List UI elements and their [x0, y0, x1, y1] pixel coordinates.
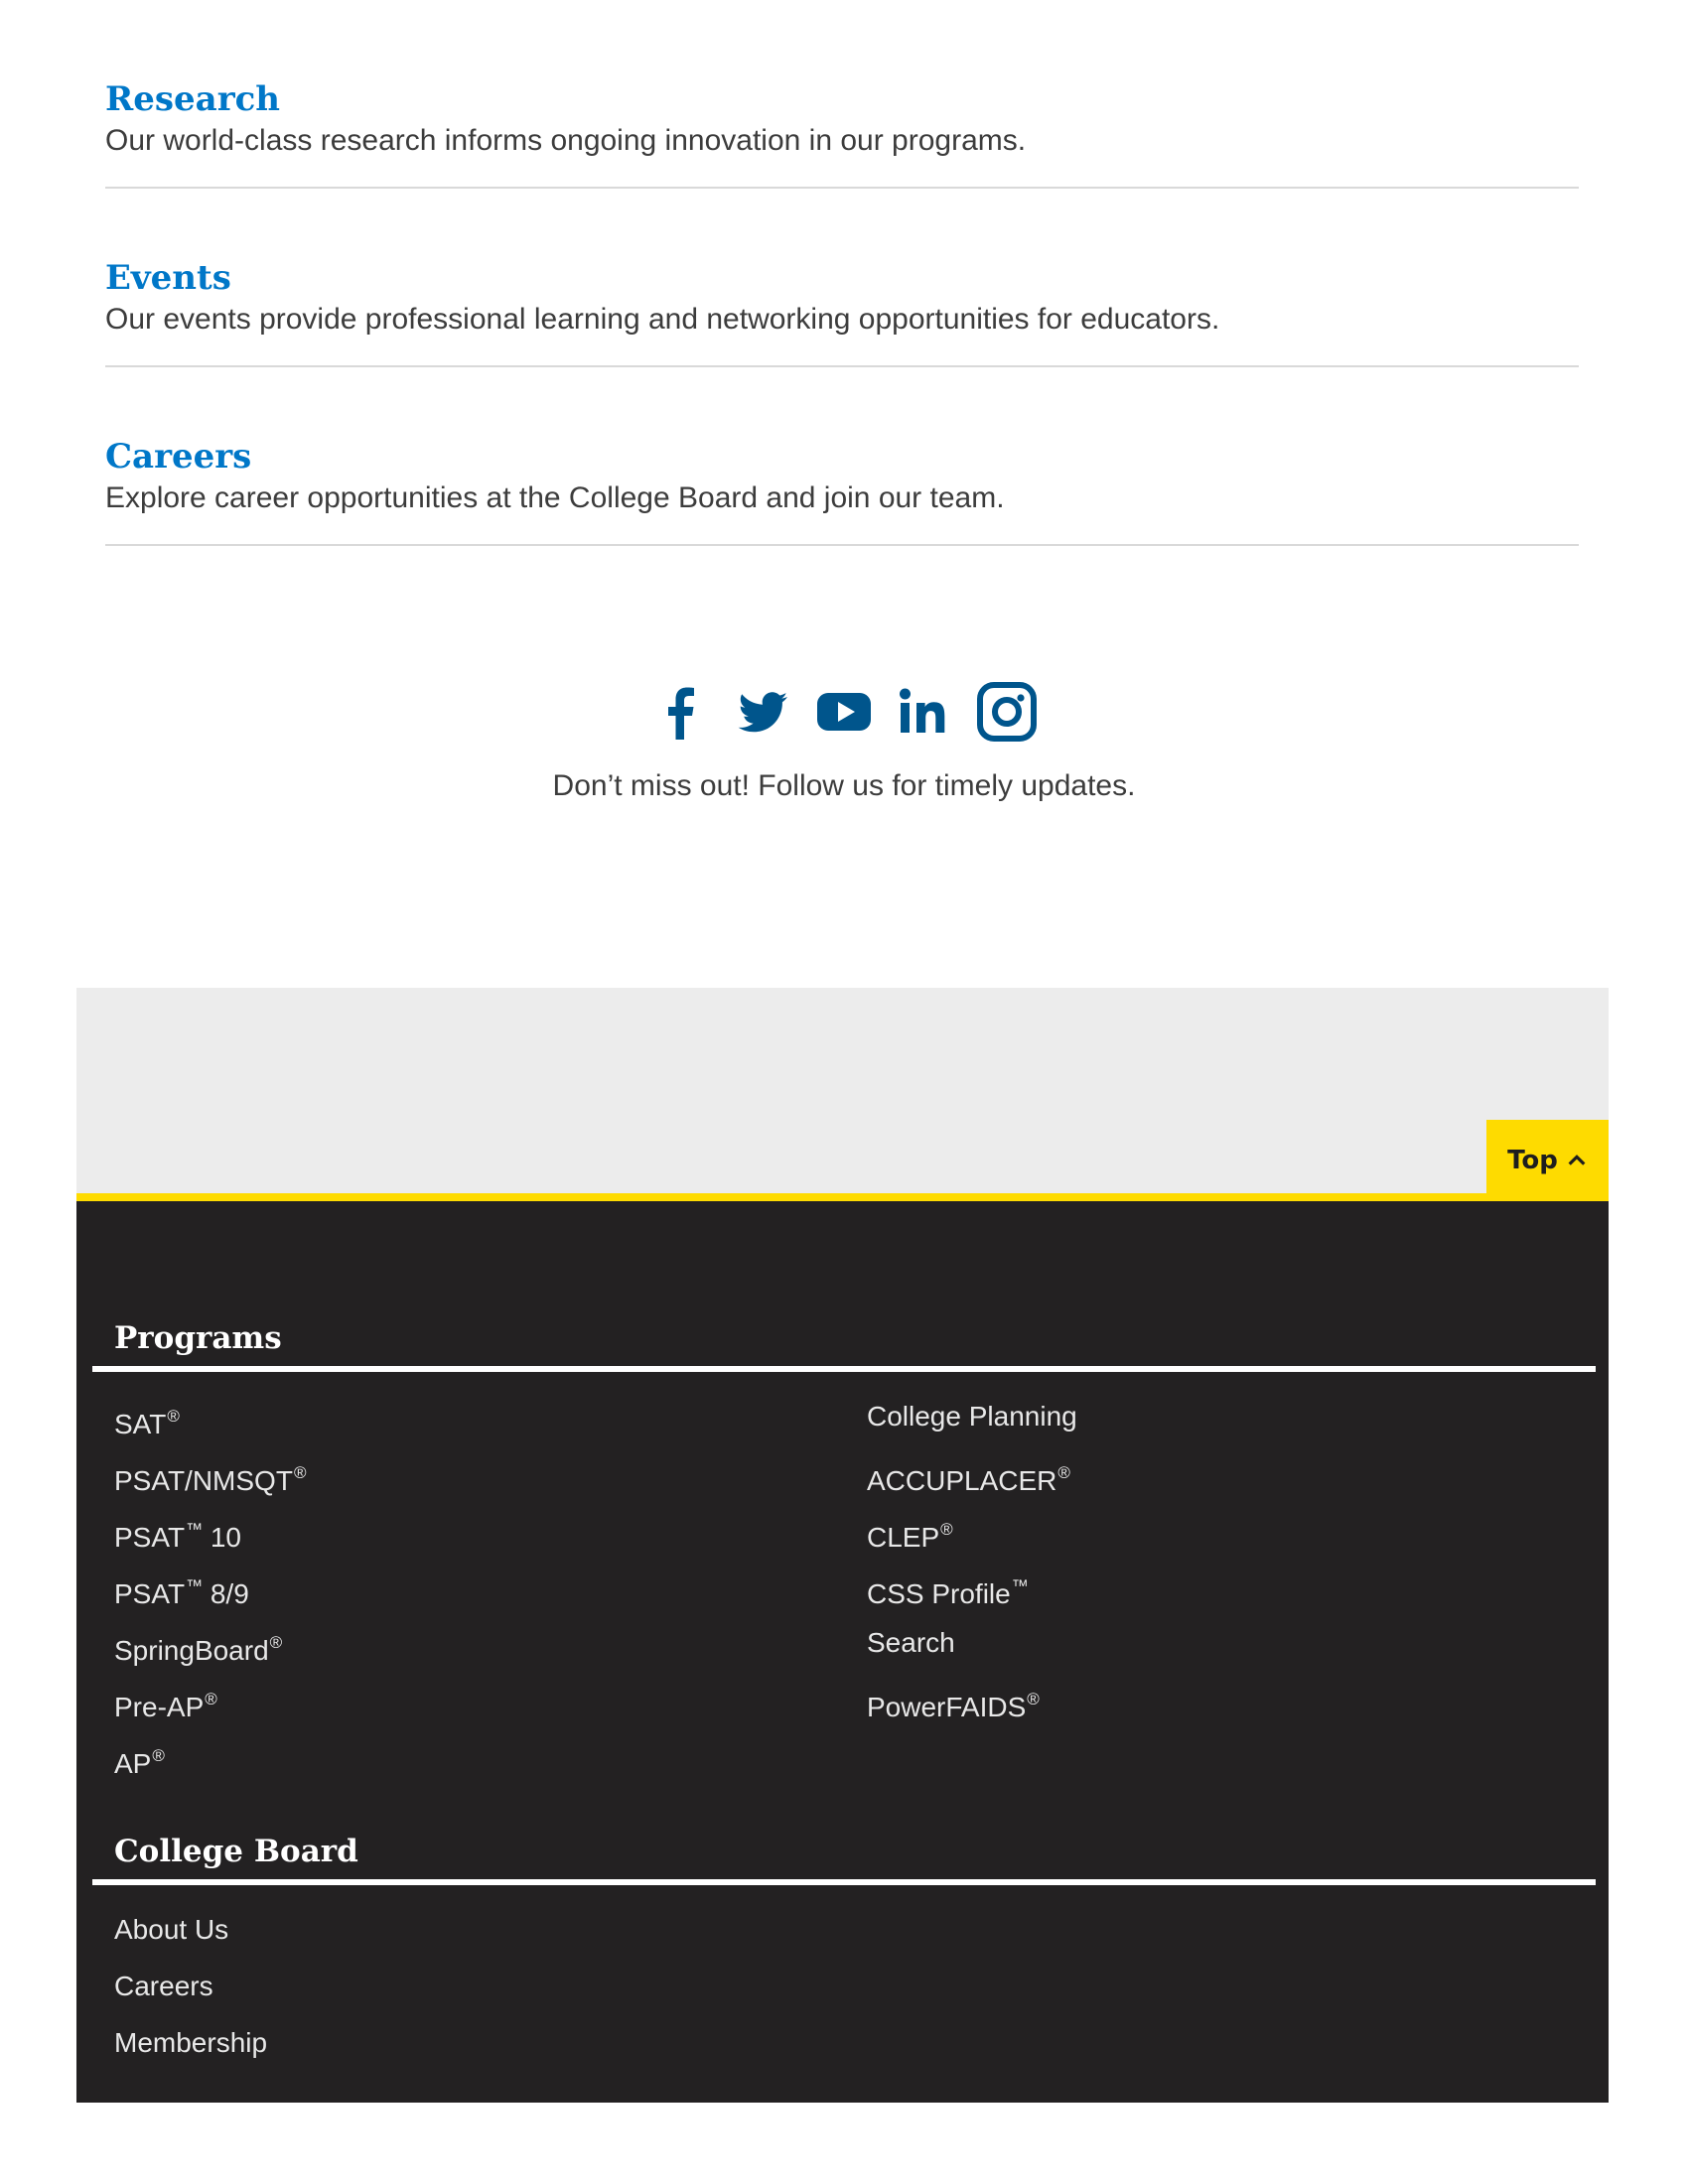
- program-search-link[interactable]: Search: [845, 1620, 1596, 1677]
- trademark-mark: ™: [186, 1520, 204, 1539]
- research-link[interactable]: Research: [105, 77, 1579, 121]
- program-college-planning-link[interactable]: College Planning: [845, 1394, 1596, 1450]
- link-label: PowerFAIDS: [867, 1692, 1027, 1722]
- footer-top-band: Top: [76, 988, 1609, 1201]
- research-description: Our world-class research informs ongoing…: [105, 124, 1027, 157]
- link-suffix: 10: [203, 1522, 241, 1553]
- twitter-icon[interactable]: [733, 680, 792, 744]
- trademark-mark: ®: [152, 1746, 165, 1765]
- careers-link[interactable]: Careers: [105, 435, 1579, 478]
- link-label: CLEP: [867, 1522, 940, 1553]
- social-icons: [0, 677, 1688, 747]
- trademark-mark: ™: [186, 1576, 204, 1595]
- link-label: PSAT/NMSQT: [114, 1465, 293, 1496]
- feature-list: Research Our world-class research inform…: [105, 60, 1579, 546]
- trademark-mark: ®: [269, 1633, 283, 1652]
- social-section: Don’t miss out! Follow us for timely upd…: [0, 677, 1688, 806]
- program-powerfaids-link[interactable]: PowerFAIDS®: [845, 1677, 1596, 1733]
- events-description: Our events provide professional learning…: [105, 303, 1220, 336]
- link-label: Careers: [114, 1971, 213, 2001]
- footer: Programs SAT® PSAT/NMSQT® PSAT™ 10 PSAT™ 8/…: [76, 1201, 1609, 2103]
- events-link[interactable]: Events: [105, 256, 1579, 300]
- program-accuplacer-link[interactable]: ACCUPLACER®: [845, 1450, 1596, 1507]
- link-label: PSAT: [114, 1522, 186, 1553]
- link-label: AP: [114, 1748, 152, 1779]
- link-label: SAT: [114, 1409, 167, 1439]
- programs-heading: Programs: [92, 1318, 1596, 1372]
- facebook-icon[interactable]: [651, 680, 711, 744]
- link-label: PSAT: [114, 1578, 186, 1609]
- link-label: Search: [867, 1627, 955, 1658]
- program-pre-ap-link[interactable]: Pre-AP®: [92, 1677, 845, 1733]
- trademark-mark: ®: [940, 1520, 953, 1539]
- college-board-about-us-link[interactable]: About Us: [92, 1907, 1596, 1964]
- program-psat-8-9-link[interactable]: PSAT™ 8/9: [92, 1564, 845, 1620]
- link-label: CSS Profile: [867, 1578, 1011, 1609]
- college-board-heading: College Board: [92, 1832, 1596, 1885]
- feature-events: Events Our events provide professional l…: [105, 238, 1579, 367]
- link-label: ACCUPLACER: [867, 1465, 1057, 1496]
- program-css-profile-link[interactable]: CSS Profile™: [845, 1564, 1596, 1620]
- social-tagline: Don’t miss out! Follow us for timely upd…: [552, 769, 1136, 802]
- trademark-mark: ®: [293, 1463, 307, 1482]
- program-ap-link[interactable]: AP®: [92, 1733, 845, 1790]
- feature-careers: Careers Explore career opportunities at …: [105, 417, 1579, 546]
- trademark-mark: ®: [167, 1407, 180, 1426]
- programs-section: Programs SAT® PSAT/NMSQT® PSAT™ 10 PSAT™ 8/…: [92, 1318, 1596, 1790]
- instagram-icon[interactable]: [977, 680, 1037, 744]
- link-label: Membership: [114, 2027, 268, 2058]
- youtube-icon[interactable]: [814, 680, 874, 744]
- trademark-mark: ®: [205, 1690, 217, 1708]
- college-board-careers-link[interactable]: Careers: [92, 1964, 1596, 2020]
- program-clep-link[interactable]: CLEP®: [845, 1507, 1596, 1564]
- link-label: Pre-AP: [114, 1692, 205, 1722]
- trademark-mark: ®: [1027, 1690, 1040, 1708]
- linkedin-icon[interactable]: [896, 680, 955, 744]
- program-psat-nmsqt-link[interactable]: PSAT/NMSQT®: [92, 1450, 845, 1507]
- back-to-top-button[interactable]: Top: [1486, 1120, 1609, 1201]
- trademark-mark: ™: [1011, 1576, 1029, 1595]
- program-psat-10-link[interactable]: PSAT™ 10: [92, 1507, 845, 1564]
- program-springboard-link[interactable]: SpringBoard®: [92, 1620, 845, 1677]
- programs-links: SAT® PSAT/NMSQT® PSAT™ 10 PSAT™ 8/9 SpringBo…: [92, 1372, 1596, 1790]
- feature-research: Research Our world-class research inform…: [105, 60, 1579, 189]
- trademark-mark: ®: [1057, 1463, 1070, 1482]
- college-board-membership-link[interactable]: Membership: [92, 2020, 1596, 2077]
- program-sat-link[interactable]: SAT®: [92, 1394, 845, 1450]
- link-label: SpringBoard: [114, 1635, 269, 1666]
- link-label: College Planning: [867, 1401, 1077, 1432]
- careers-description: Explore career opportunities at the Coll…: [105, 481, 1005, 514]
- top-label: Top: [1507, 1146, 1558, 1175]
- chevron-up-icon: [1568, 1155, 1586, 1165]
- link-label: About Us: [114, 1914, 229, 1945]
- college-board-links: About Us Careers Membership: [92, 1885, 1596, 2077]
- college-board-section: College Board About Us Careers Membership: [92, 1832, 1596, 2077]
- link-suffix: 8/9: [203, 1578, 249, 1609]
